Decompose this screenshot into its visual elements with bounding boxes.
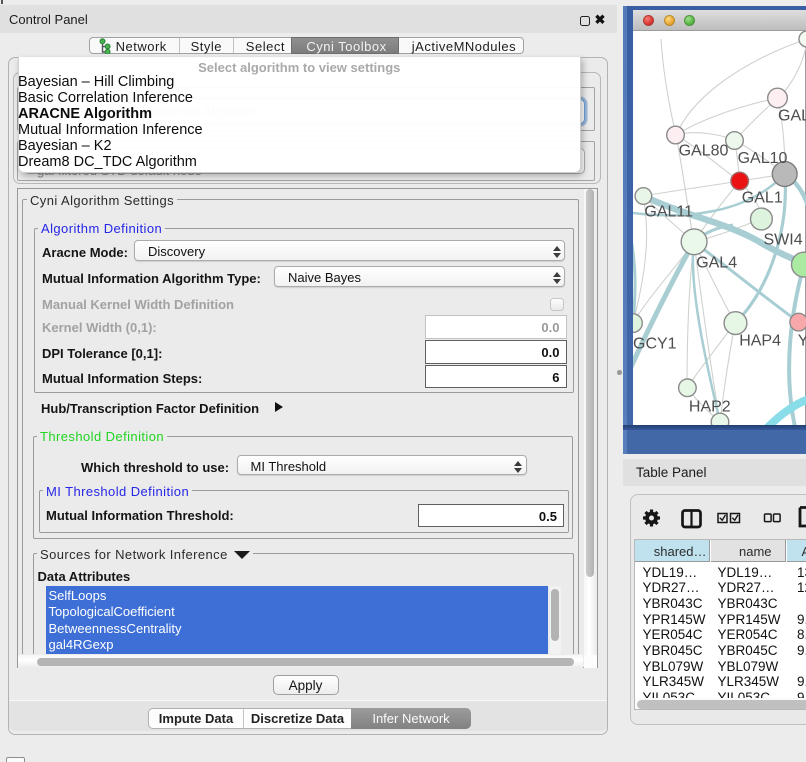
svg-text:HAP4: HAP4 [739,332,781,349]
svg-text:HAP2: HAP2 [689,398,731,415]
svg-text:SWI4: SWI4 [764,231,803,248]
svg-text:GAL11: GAL11 [644,203,693,220]
svg-text:GAL7: GAL7 [778,107,806,124]
svg-text:GCY1: GCY1 [633,335,677,352]
svg-text:Y: Y [798,332,806,349]
svg-text:GAL10: GAL10 [738,150,788,167]
svg-text:GAL1: GAL1 [742,189,783,206]
svg-text:GAL4: GAL4 [696,254,737,271]
svg-text:GAL80: GAL80 [679,142,729,159]
